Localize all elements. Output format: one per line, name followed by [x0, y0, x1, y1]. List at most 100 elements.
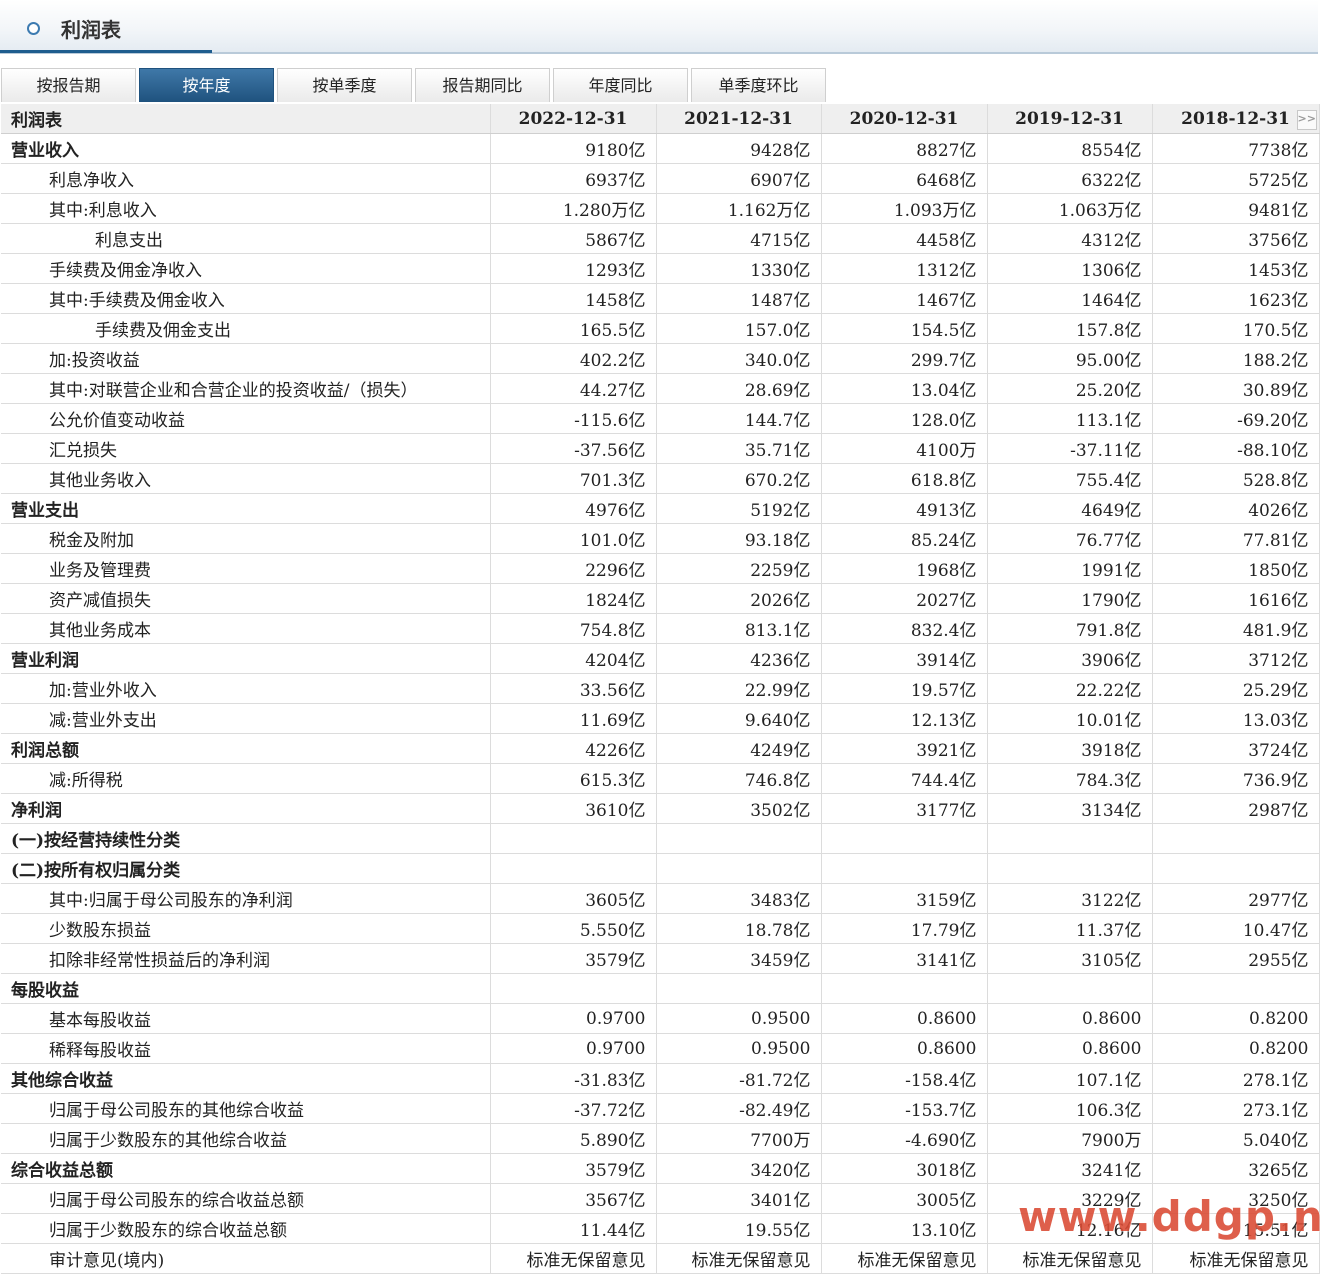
column-header: 2021-12-31 — [656, 104, 822, 134]
cell-value: -158.4亿 — [821, 1063, 988, 1094]
row-label-text: 少数股东损益 — [49, 921, 151, 941]
column-header-text: 2018-12-31 — [1181, 108, 1290, 129]
table-row: 归属于少数股东的其他综合收益 5.890亿 7700万 -4.690亿 7900万 5.0… — [1, 1123, 1320, 1154]
cell-value: 0.9500 — [656, 1003, 822, 1034]
cell-value: 10.01亿 — [987, 703, 1153, 734]
cell-value: 1330亿 — [656, 253, 822, 284]
cell-value: -4.690亿 — [821, 1123, 988, 1154]
row-label: 其他综合收益 — [1, 1063, 491, 1094]
tab-1[interactable]: 按报告期 — [1, 68, 136, 102]
table-row: (二)按所有权归属分类 — [1, 853, 1320, 884]
income-statement-table: 利润表 2022-12-31 2021-12-31 2020-12-31 201… — [1, 104, 1320, 1274]
cell-value: 701.3亿 — [490, 463, 657, 494]
cell-value: 8827亿 — [821, 133, 988, 164]
page-title: 利润表 — [61, 18, 121, 42]
cell-value — [490, 973, 657, 1004]
cell-value: 22.22亿 — [987, 673, 1153, 704]
row-label: 营业支出 — [1, 493, 491, 524]
cell-value: 11.44亿 — [490, 1213, 657, 1244]
cell-value: 154.5亿 — [821, 313, 988, 344]
cell-value: 3579亿 — [490, 1153, 657, 1184]
cell-value: 1467亿 — [821, 283, 988, 314]
row-label-text: 税金及附加 — [49, 531, 134, 551]
row-label: 少数股东损益 — [1, 913, 491, 944]
row-label-text: 扣除非经常性损益后的净利润 — [49, 951, 270, 971]
table-row: 其中:利息收入 1.280万亿 1.162万亿 1.093万亿 1.063万亿 9481亿 — [1, 193, 1320, 224]
table-row: 其中:归属于母公司股东的净利润 3605亿 3483亿 3159亿 3122亿 2977亿 — [1, 883, 1320, 914]
cell-value: 85.24亿 — [821, 523, 988, 554]
row-label-text: 审计意见(境内) — [49, 1251, 165, 1271]
cell-value: 22.99亿 — [656, 673, 822, 704]
row-label-text: 利息净收入 — [49, 171, 134, 191]
circle-bullet-icon — [27, 22, 40, 35]
row-label-text: 其中:对联营企业和合营企业的投资收益/（损失） — [49, 381, 418, 401]
cell-value — [656, 853, 822, 884]
row-label: 减:所得税 — [1, 763, 491, 794]
row-label: 税金及附加 — [1, 523, 491, 554]
cell-value: 93.18亿 — [656, 523, 822, 554]
tab-5[interactable]: 年度同比 — [553, 68, 688, 102]
row-label: 其他业务收入 — [1, 463, 491, 494]
row-label: 归属于母公司股东的其他综合收益 — [1, 1093, 491, 1124]
table-row: 利息支出 5867亿 4715亿 4458亿 4312亿 3756亿 — [1, 223, 1320, 254]
column-header: 2018-12-31 >> — [1152, 104, 1320, 134]
cell-value: 1824亿 — [490, 583, 657, 614]
table-row: 手续费及佣金净收入 1293亿 1330亿 1312亿 1306亿 1453亿 — [1, 253, 1320, 284]
cell-value: 11.37亿 — [987, 913, 1153, 944]
more-columns-icon[interactable]: >> — [1296, 110, 1317, 130]
page-header: 利润表 — [0, 0, 1318, 54]
cell-value: -37.72亿 — [490, 1093, 657, 1124]
title-underline — [0, 50, 212, 53]
cell-value: 5867亿 — [490, 223, 657, 254]
cell-value — [987, 823, 1153, 854]
row-label: 每股收益 — [1, 973, 491, 1004]
table-row: 营业收入 9180亿 9428亿 8827亿 8554亿 7738亿 — [1, 133, 1320, 164]
header-label: 利润表 — [1, 104, 491, 134]
row-label-text: 加:投资收益 — [49, 351, 140, 371]
cell-value: 77.81亿 — [1152, 523, 1320, 554]
row-label: 其他业务成本 — [1, 613, 491, 644]
cell-value: 101.0亿 — [490, 523, 657, 554]
cell-value: 3250亿 — [1152, 1183, 1320, 1214]
cell-value: 1623亿 — [1152, 283, 1320, 314]
column-header: 2019-12-31 — [987, 104, 1153, 134]
cell-value: 754.8亿 — [490, 613, 657, 644]
cell-value: 95.00亿 — [987, 343, 1153, 374]
cell-value: 2977亿 — [1152, 883, 1320, 914]
cell-value: 30.89亿 — [1152, 373, 1320, 404]
table-row: 扣除非经常性损益后的净利润 3579亿 3459亿 3141亿 3105亿 2955亿 — [1, 943, 1320, 974]
row-label: 利润总额 — [1, 733, 491, 764]
table-row: 净利润 3610亿 3502亿 3177亿 3134亿 2987亿 — [1, 793, 1320, 824]
cell-value: 9428亿 — [656, 133, 822, 164]
cell-value: 188.2亿 — [1152, 343, 1320, 374]
cell-value: 3141亿 — [821, 943, 988, 974]
cell-value: 3918亿 — [987, 733, 1153, 764]
table-row: 营业支出 4976亿 5192亿 4913亿 4649亿 4026亿 — [1, 493, 1320, 524]
row-label: 净利润 — [1, 793, 491, 824]
cell-value: 8554亿 — [987, 133, 1153, 164]
cell-value: 5.040亿 — [1152, 1123, 1320, 1154]
cell-value: 481.9亿 — [1152, 613, 1320, 644]
tab-3[interactable]: 按单季度 — [277, 68, 412, 102]
cell-value — [1152, 853, 1320, 884]
table-row: 汇兑损失 -37.56亿 35.71亿 4100万 -37.11亿 -88.10亿 — [1, 433, 1320, 464]
row-label-text: 加:营业外收入 — [49, 681, 157, 701]
cell-value: 标准无保留意见 — [987, 1243, 1153, 1274]
row-label-text: 业务及管理费 — [49, 561, 151, 581]
tab-2[interactable]: 按年度 — [139, 68, 274, 102]
cell-value: 18.78亿 — [656, 913, 822, 944]
table-row: 审计意见(境内) 标准无保留意见 标准无保留意见 标准无保留意见 标准无保留意见 标准无保… — [1, 1243, 1320, 1274]
cell-value: 12.13亿 — [821, 703, 988, 734]
cell-value: -31.83亿 — [490, 1063, 657, 1094]
cell-value: 3134亿 — [987, 793, 1153, 824]
cell-value: 0.9700 — [490, 1003, 657, 1034]
tab-6[interactable]: 单季度环比 — [691, 68, 826, 102]
cell-value: 2027亿 — [821, 583, 988, 614]
cell-value: 13.04亿 — [821, 373, 988, 404]
cell-value: 19.57亿 — [821, 673, 988, 704]
tab-4[interactable]: 报告期同比 — [415, 68, 550, 102]
cell-value: 28.69亿 — [656, 373, 822, 404]
cell-value: 832.4亿 — [821, 613, 988, 644]
table-row: 归属于母公司股东的综合收益总额 3567亿 3401亿 3005亿 3229亿 3250亿 — [1, 1183, 1320, 1214]
cell-value: 3159亿 — [821, 883, 988, 914]
